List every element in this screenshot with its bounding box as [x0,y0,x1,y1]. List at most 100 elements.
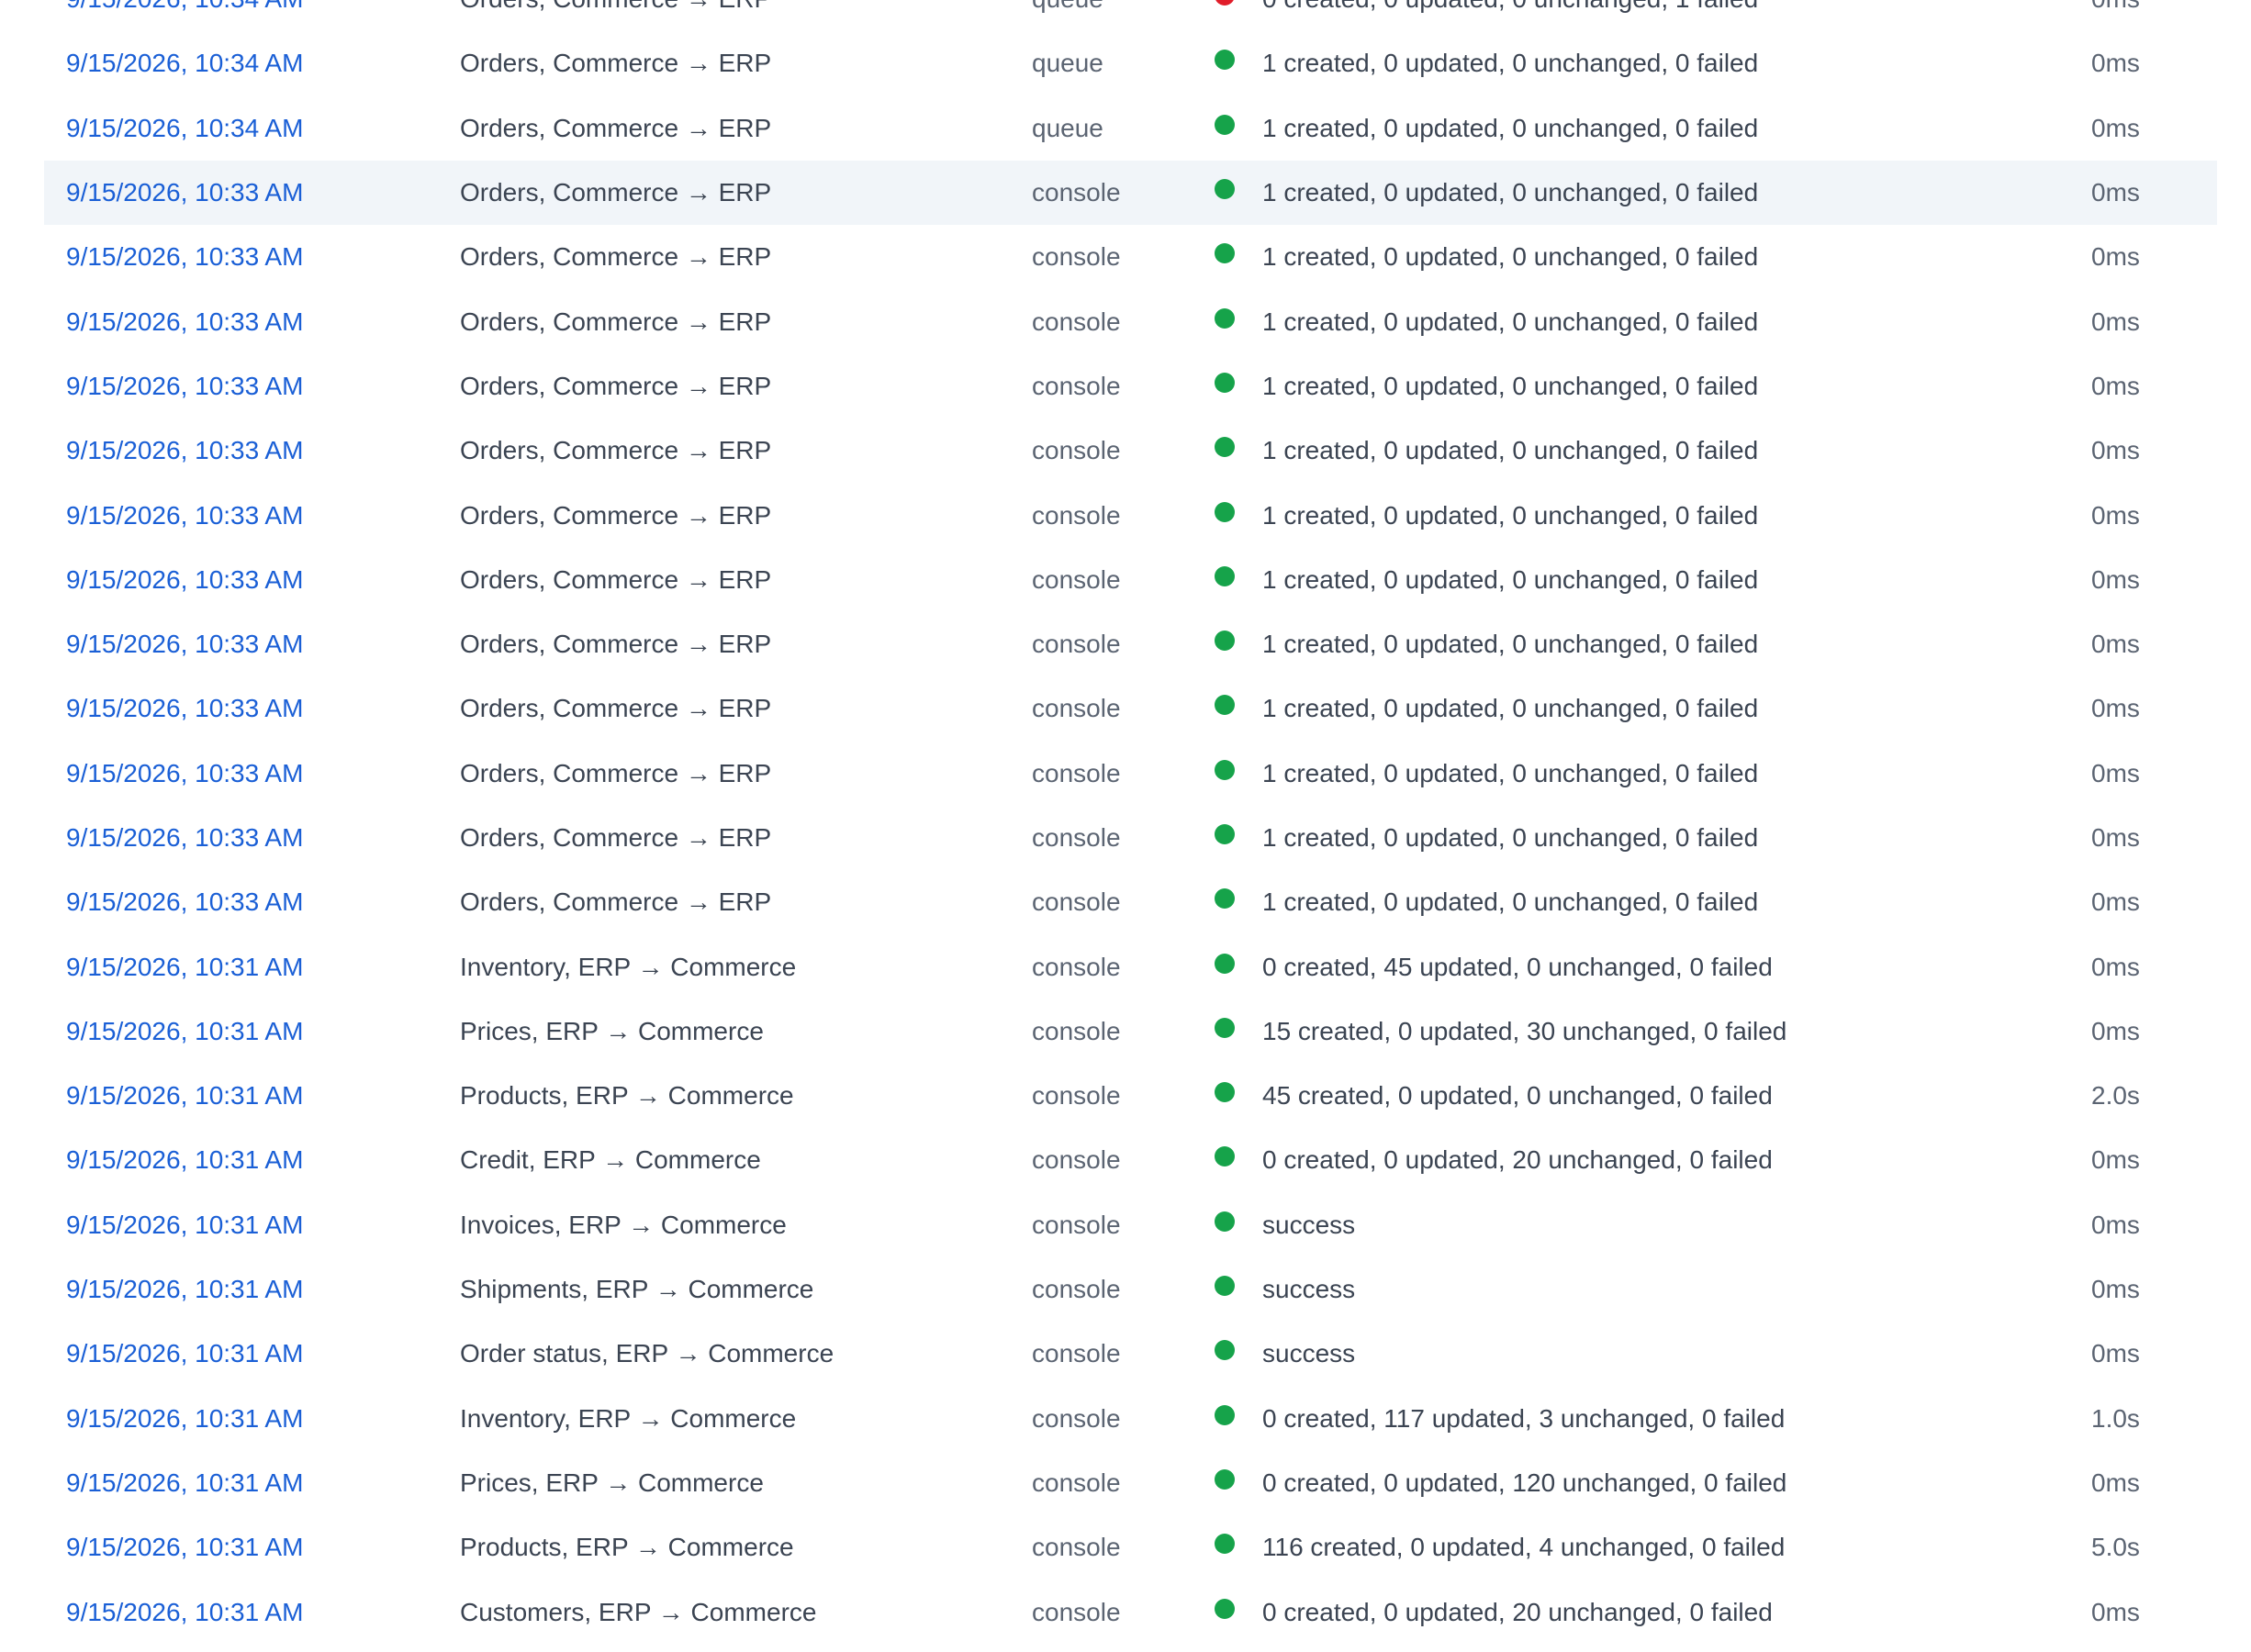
log-timestamp-link[interactable]: 9/15/2026, 10:33 AM [66,694,303,723]
log-sync-name: Orders, Commerce → ERP [460,242,772,272]
log-result: 1 created, 0 updated, 0 unchanged, 0 fai… [1262,242,1759,272]
log-row[interactable]: 9/15/2026, 10:33 AM Orders, Commerce → E… [44,225,2217,289]
log-row[interactable]: 9/15/2026, 10:31 AM Credit, ERP → Commer… [44,1128,2217,1192]
log-result: 0 created, 0 updated, 20 unchanged, 0 fa… [1262,1597,1773,1626]
log-timestamp-link[interactable]: 9/15/2026, 10:31 AM [66,1145,303,1175]
log-duration: 0ms [2091,1468,2140,1497]
log-source: console [1032,1275,1121,1304]
log-source: console [1032,1339,1121,1368]
log-sync-name: Prices, ERP → Commerce [460,1468,764,1497]
log-source: console [1032,952,1121,981]
log-row[interactable]: 9/15/2026, 10:33 AM Orders, Commerce → E… [44,354,2217,419]
log-timestamp-link[interactable]: 9/15/2026, 10:33 AM [66,307,303,337]
status-dot-icon [1215,695,1235,716]
log-timestamp-link[interactable]: 9/15/2026, 10:34 AM [66,49,303,78]
status-dot-icon [1215,437,1235,458]
log-result: 1 created, 0 updated, 0 unchanged, 0 fai… [1262,371,1759,400]
log-timestamp-link[interactable]: 9/15/2026, 10:33 AM [66,565,303,595]
status-dot-icon [1215,1404,1235,1425]
log-row[interactable]: 9/15/2026, 10:34 AM Orders, Commerce → E… [44,96,2217,161]
log-sync-name: Products, ERP → Commerce [460,1081,794,1111]
log-timestamp-link[interactable]: 9/15/2026, 10:31 AM [66,1081,303,1111]
log-timestamp-link[interactable]: 9/15/2026, 10:31 AM [66,1598,303,1627]
log-duration: 0ms [2091,49,2140,78]
log-row[interactable]: 9/15/2026, 10:33 AM Orders, Commerce → E… [44,612,2217,676]
log-row[interactable]: 9/15/2026, 10:31 AM Inventory, ERP → Com… [44,1387,2217,1451]
log-sync-name: Products, ERP → Commerce [460,1533,794,1562]
log-sync-name: Orders, Commerce → ERP [460,630,772,659]
log-row[interactable]: 9/15/2026, 10:33 AM Orders, Commerce → E… [44,676,2217,741]
status-dot-icon [1215,50,1235,71]
log-source: console [1032,1210,1121,1239]
log-duration: 0ms [2091,1597,2140,1626]
log-timestamp-link[interactable]: 9/15/2026, 10:31 AM [66,1211,303,1240]
log-row[interactable]: 9/15/2026, 10:31 AM Invoices, ERP → Comm… [44,1193,2217,1257]
log-result: 1 created, 0 updated, 0 unchanged, 0 fai… [1262,500,1759,530]
log-sync-name: Orders, Commerce → ERP [460,178,772,207]
log-timestamp-link[interactable]: 9/15/2026, 10:34 AM [66,0,303,14]
log-row[interactable]: 9/15/2026, 10:33 AM Orders, Commerce → E… [44,870,2217,934]
log-timestamp-link[interactable]: 9/15/2026, 10:31 AM [66,1404,303,1434]
log-duration: 0ms [2091,0,2140,14]
log-row[interactable]: 9/15/2026, 10:31 AM Products, ERP → Comm… [44,1515,2217,1579]
log-duration: 2.0s [2091,1081,2140,1111]
log-duration: 0ms [2091,758,2140,787]
log-timestamp-link[interactable]: 9/15/2026, 10:33 AM [66,759,303,788]
log-row[interactable]: 9/15/2026, 10:31 AM Products, ERP → Comm… [44,1064,2217,1128]
log-result: success [1262,1210,1356,1239]
log-sync-name: Orders, Commerce → ERP [460,500,772,530]
log-timestamp-link[interactable]: 9/15/2026, 10:31 AM [66,1533,303,1562]
log-timestamp-link[interactable]: 9/15/2026, 10:34 AM [66,114,303,143]
log-row[interactable]: 9/15/2026, 10:33 AM Orders, Commerce → E… [44,806,2217,870]
log-timestamp-link[interactable]: 9/15/2026, 10:33 AM [66,823,303,853]
status-dot-icon [1215,1146,1235,1167]
log-timestamp-link[interactable]: 9/15/2026, 10:31 AM [66,1017,303,1046]
status-dot-icon [1215,1468,1235,1490]
log-timestamp-link[interactable]: 9/15/2026, 10:33 AM [66,178,303,207]
status-dot-icon [1215,1082,1235,1103]
log-row[interactable]: 9/15/2026, 10:33 AM Orders, Commerce → E… [44,160,2217,226]
status-dot-icon [1215,759,1235,780]
log-timestamp-link[interactable]: 9/15/2026, 10:33 AM [66,372,303,401]
log-source: queue [1032,0,1103,14]
log-timestamp-link[interactable]: 9/15/2026, 10:31 AM [66,953,303,982]
log-row[interactable]: 9/15/2026, 10:31 AM Order status, ERP → … [44,1322,2217,1386]
log-source: console [1032,630,1121,659]
log-row[interactable]: 9/15/2026, 10:31 AM Prices, ERP → Commer… [44,1451,2217,1515]
log-row[interactable]: 9/15/2026, 10:33 AM Orders, Commerce → E… [44,548,2217,612]
status-dot-icon [1215,1534,1235,1555]
log-row[interactable]: 9/15/2026, 10:34 AM Orders, Commerce → E… [44,0,2217,31]
status-dot-icon [1215,179,1235,200]
log-duration: 0ms [2091,694,2140,723]
log-row[interactable]: 9/15/2026, 10:31 AM Shipments, ERP → Com… [44,1257,2217,1322]
log-result: 1 created, 0 updated, 0 unchanged, 0 fai… [1262,758,1759,787]
log-timestamp-link[interactable]: 9/15/2026, 10:33 AM [66,630,303,659]
log-row[interactable]: 9/15/2026, 10:33 AM Orders, Commerce → E… [44,483,2217,547]
log-sync-name: Invoices, ERP → Commerce [460,1210,787,1239]
log-row[interactable]: 9/15/2026, 10:33 AM Orders, Commerce → E… [44,742,2217,806]
log-result: 0 created, 0 updated, 0 unchanged, 1 fai… [1262,0,1758,14]
log-row[interactable]: 9/15/2026, 10:34 AM Orders, Commerce → E… [44,31,2217,95]
log-timestamp-link[interactable]: 9/15/2026, 10:31 AM [66,1468,303,1498]
status-dot-icon [1215,565,1235,586]
log-timestamp-link[interactable]: 9/15/2026, 10:31 AM [66,1275,303,1304]
log-timestamp-link[interactable]: 9/15/2026, 10:31 AM [66,1339,303,1368]
log-timestamp-link[interactable]: 9/15/2026, 10:33 AM [66,436,303,465]
log-result: 1 created, 0 updated, 0 unchanged, 0 fai… [1262,630,1759,659]
log-row[interactable]: 9/15/2026, 10:31 AM Inventory, ERP → Com… [44,934,2217,999]
status-dot-icon [1215,0,1235,6]
log-row[interactable]: 9/15/2026, 10:33 AM Orders, Commerce → E… [44,419,2217,483]
log-sync-name: Inventory, ERP → Commerce [460,1403,797,1433]
log-timestamp-link[interactable]: 9/15/2026, 10:33 AM [66,501,303,530]
log-sync-name: Orders, Commerce → ERP [460,436,772,465]
log-source: console [1032,1468,1121,1497]
status-dot-icon [1215,114,1235,135]
log-row[interactable]: 9/15/2026, 10:33 AM Orders, Commerce → E… [44,289,2217,353]
log-timestamp-link[interactable]: 9/15/2026, 10:33 AM [66,242,303,272]
log-source: console [1032,242,1121,272]
log-sync-name: Customers, ERP → Commerce [460,1597,817,1626]
status-dot-icon [1215,953,1235,974]
log-row[interactable]: 9/15/2026, 10:31 AM Customers, ERP → Com… [44,1579,2217,1644]
log-row[interactable]: 9/15/2026, 10:31 AM Prices, ERP → Commer… [44,999,2217,1064]
log-timestamp-link[interactable]: 9/15/2026, 10:33 AM [66,887,303,917]
